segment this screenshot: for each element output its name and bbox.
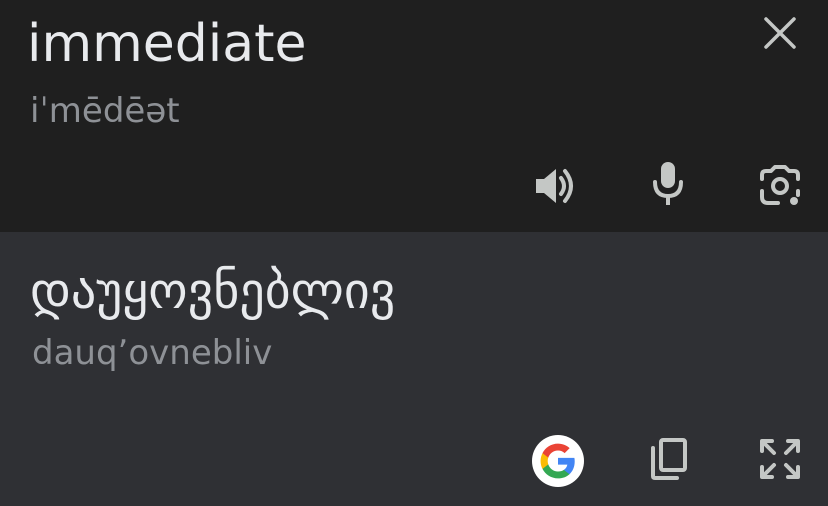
copy-button[interactable]: [638, 429, 698, 489]
fullscreen-button[interactable]: [750, 429, 810, 489]
google-search-button[interactable]: [528, 431, 588, 491]
copy-icon: [651, 438, 687, 480]
close-icon: [764, 17, 796, 49]
camera-translate-button[interactable]: [750, 156, 810, 216]
translation-transliteration: dauq’ovnebliv: [32, 333, 273, 373]
google-g-icon: [540, 443, 575, 479]
voice-input-button[interactable]: [638, 154, 698, 214]
close-button[interactable]: [750, 3, 810, 63]
source-phonetic: iˈmēdēət: [30, 91, 180, 131]
source-card: immediate iˈmēdēət: [0, 0, 828, 232]
translation-text[interactable]: დაუყოვნებლივ: [30, 262, 395, 320]
camera-lens-icon: [760, 165, 800, 205]
fullscreen-icon: [760, 439, 800, 479]
listen-button[interactable]: [526, 156, 586, 216]
microphone-icon: [653, 162, 683, 205]
google-logo: [532, 435, 584, 487]
speaker-icon: [536, 169, 573, 203]
translation-panel: immediate iˈmēdēət დაუყოვნებლივ dauq’ovn…: [0, 0, 828, 506]
source-text[interactable]: immediate: [27, 14, 306, 74]
